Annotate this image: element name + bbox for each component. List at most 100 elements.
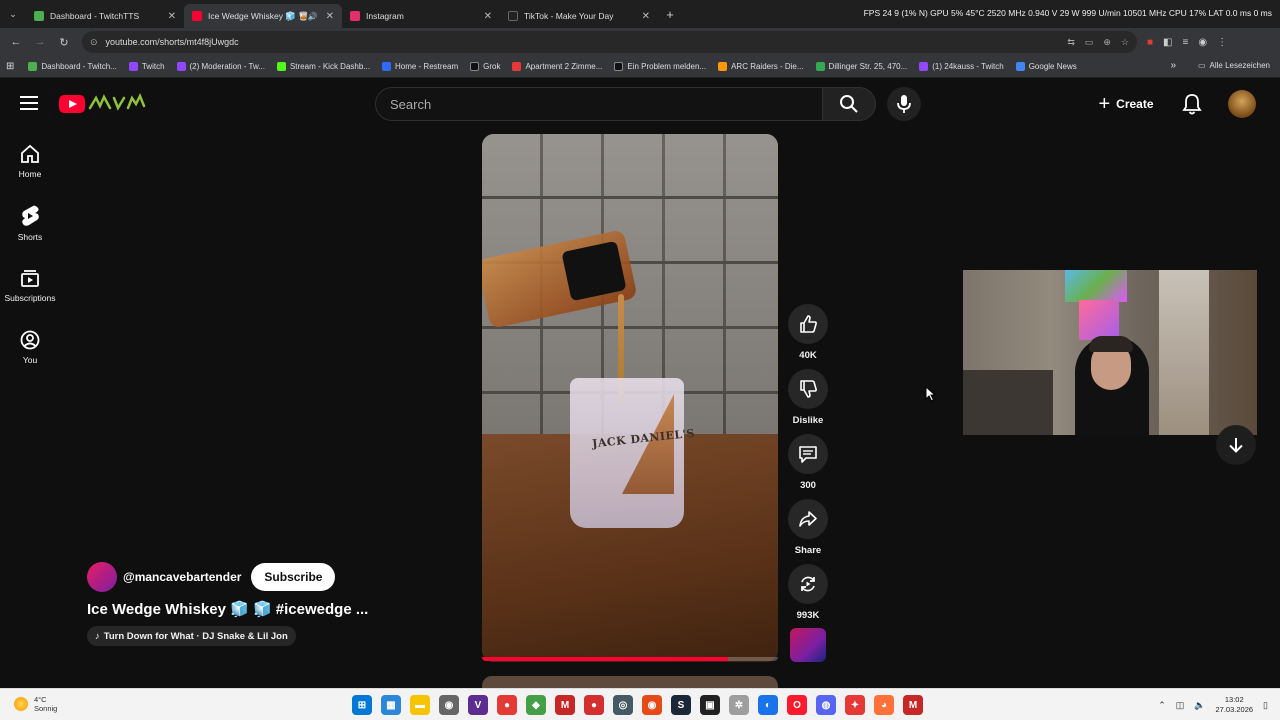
- tab-audio-icon[interactable]: 🔊: [308, 12, 318, 21]
- dislike-button[interactable]: [788, 369, 828, 409]
- browser-tab[interactable]: Instagram ✕: [342, 4, 500, 28]
- chrome-icon[interactable]: ◐: [758, 695, 778, 715]
- calculator-icon[interactable]: ▦: [381, 695, 401, 715]
- like-button[interactable]: [788, 304, 828, 344]
- remix-action: 993K: [786, 564, 830, 629]
- omnibox[interactable]: ⊙ youtube.com/shorts/mt4f8jUwgdc ⇆ ▭ ⊕ ☆: [82, 31, 1137, 53]
- app-paw-icon[interactable]: ✦: [845, 695, 865, 715]
- menu-hamburger-icon[interactable]: [20, 96, 38, 110]
- bookmark-item[interactable]: Home - Restream: [381, 62, 458, 71]
- extensions-puzzle-icon[interactable]: ◧: [1163, 37, 1172, 48]
- media-control-icon[interactable]: ≡: [1183, 37, 1189, 48]
- voice-search-button[interactable]: [887, 87, 921, 121]
- file-explorer-icon[interactable]: ▬: [410, 695, 430, 715]
- tab-close-icon[interactable]: ✕: [168, 11, 176, 22]
- short-title[interactable]: Ice Wedge Whiskey 🧊 🧊 #icewedge ...: [87, 600, 417, 618]
- windows-start-icon[interactable]: ⊞: [352, 695, 372, 715]
- next-short-preview[interactable]: [482, 676, 778, 688]
- browser-tab-active[interactable]: Ice Wedge Whiskey 🧊 🥃 🔊 ✕: [184, 4, 342, 28]
- next-short-button[interactable]: [1216, 425, 1256, 465]
- music-chip[interactable]: ♪ Turn Down for What · DJ Snake & Lil Jo…: [87, 626, 296, 646]
- bookmark-item[interactable]: (2) Moderation - Tw...: [176, 62, 265, 71]
- new-tab-button[interactable]: +: [658, 7, 682, 22]
- app-circle-red-icon[interactable]: ●: [584, 695, 604, 715]
- msi-afterburner-icon[interactable]: M: [555, 695, 575, 715]
- comments-button[interactable]: [788, 434, 828, 474]
- tab-close-icon[interactable]: ✕: [484, 11, 492, 22]
- app-red-icon[interactable]: ●: [497, 695, 517, 715]
- profile-icon[interactable]: ◉: [1198, 37, 1207, 48]
- bookmark-item[interactable]: (1) 24kauss - Twitch: [919, 62, 1004, 71]
- apps-grid-icon[interactable]: ⊞: [6, 61, 14, 72]
- youtube-doodle-logo[interactable]: [88, 92, 146, 114]
- tab-search-chevron-icon[interactable]: ⌄: [0, 0, 26, 28]
- bookmark-item[interactable]: Apartment 2 Zimme...: [512, 62, 602, 71]
- youtube-logo-icon[interactable]: [59, 95, 85, 113]
- back-icon[interactable]: ←: [4, 36, 28, 48]
- bookmark-favicon: [176, 62, 186, 71]
- bookmark-item[interactable]: Google News: [1015, 62, 1077, 71]
- app-target-icon[interactable]: ◎: [613, 695, 633, 715]
- weather-widget[interactable]: 4°C Sonnig: [14, 695, 57, 713]
- notifications-bell-icon[interactable]: [1182, 93, 1202, 120]
- bookmark-item[interactable]: Ein Problem melden...: [614, 62, 706, 71]
- create-button[interactable]: + Create: [1090, 86, 1162, 122]
- search-button[interactable]: [822, 87, 876, 121]
- you-icon: [20, 330, 40, 349]
- extension-red-icon[interactable]: ■: [1147, 37, 1153, 48]
- url-text[interactable]: youtube.com/shorts/mt4f8jUwgdc: [106, 37, 1068, 47]
- video-progress-bar[interactable]: [482, 657, 778, 661]
- browser-tab[interactable]: Dashboard - TwitchTTS ✕: [26, 4, 184, 28]
- windows-taskbar: 4°C Sonnig ⊞ ▦ ▬ ◉ V ● ◆ M ● ◎ ◉ S ▣ ✲ ◐ O ◍ ✦ ◕ M ⌃ ◫ 🔈 13…: [0, 688, 1280, 720]
- comments-action: 300: [786, 434, 830, 499]
- tray-overflow-icon[interactable]: ⌃: [1158, 700, 1166, 711]
- forward-icon[interactable]: →: [28, 36, 52, 48]
- all-bookmarks-button[interactable]: ▭ Alle Lesezeichen: [1198, 61, 1270, 70]
- volume-icon[interactable]: 🔈: [1194, 700, 1205, 711]
- nav-item-you[interactable]: You: [0, 316, 60, 378]
- nav-item-shorts[interactable]: Shorts: [0, 192, 60, 254]
- site-info-icon[interactable]: ⊙: [90, 37, 98, 48]
- bookmark-item[interactable]: ARC Raiders - Die...: [718, 62, 804, 71]
- sound-source-thumbnail[interactable]: [790, 628, 826, 662]
- reload-icon[interactable]: ↻: [52, 36, 76, 49]
- firefox-icon[interactable]: ◕: [874, 695, 894, 715]
- nav-item-subscriptions[interactable]: Subscriptions: [0, 254, 60, 316]
- steam-icon[interactable]: S: [671, 695, 691, 715]
- remix-button[interactable]: [788, 564, 828, 604]
- translate-icon[interactable]: ⇆: [1067, 37, 1075, 48]
- app-green-icon[interactable]: ◆: [526, 695, 546, 715]
- bookmark-item[interactable]: Dashboard - Twitch...: [28, 62, 117, 71]
- bookmark-star-icon[interactable]: ☆: [1121, 37, 1129, 48]
- bookmark-item[interactable]: Twitch: [128, 62, 165, 71]
- cast-icon[interactable]: ▭: [1085, 37, 1094, 48]
- app-msi-icon[interactable]: M: [903, 695, 923, 715]
- taskbar-clock[interactable]: 13:02 27.03.2026: [1216, 695, 1254, 715]
- app-gear-icon[interactable]: ✲: [729, 695, 749, 715]
- shorts-video-player[interactable]: JACK DANIEL'S: [482, 134, 778, 662]
- bookmark-item[interactable]: Stream - Kick Dashb...: [276, 62, 370, 71]
- channel-avatar[interactable]: [87, 562, 117, 592]
- browser-menu-icon[interactable]: ⋮: [1217, 37, 1227, 48]
- notification-center-icon[interactable]: ▯: [1263, 700, 1268, 711]
- discord-icon[interactable]: ◍: [816, 695, 836, 715]
- network-icon[interactable]: ◫: [1176, 700, 1185, 711]
- share-button[interactable]: [788, 499, 828, 539]
- tab-close-icon[interactable]: ✕: [326, 11, 334, 22]
- mouse-app-icon[interactable]: ◉: [439, 695, 459, 715]
- subscribe-button[interactable]: Subscribe: [251, 563, 336, 591]
- search-input[interactable]: Search: [375, 87, 823, 121]
- app-dark-icon[interactable]: ▣: [700, 695, 720, 715]
- zoom-icon[interactable]: ⊕: [1103, 37, 1111, 48]
- app-orange-icon[interactable]: ◉: [642, 695, 662, 715]
- visual-studio-icon[interactable]: V: [468, 695, 488, 715]
- bookmark-item[interactable]: Grok: [470, 62, 500, 71]
- more-bookmarks-icon[interactable]: »: [1170, 60, 1176, 71]
- bookmark-item[interactable]: Dillinger Str. 25, 470...: [815, 62, 907, 71]
- channel-name[interactable]: @mancavebartender: [123, 570, 241, 584]
- tab-close-icon[interactable]: ✕: [642, 11, 650, 22]
- account-avatar[interactable]: [1228, 90, 1256, 118]
- opera-icon[interactable]: O: [787, 695, 807, 715]
- browser-tab[interactable]: TikTok - Make Your Day ✕: [500, 4, 658, 28]
- nav-item-home[interactable]: Home: [0, 130, 60, 192]
